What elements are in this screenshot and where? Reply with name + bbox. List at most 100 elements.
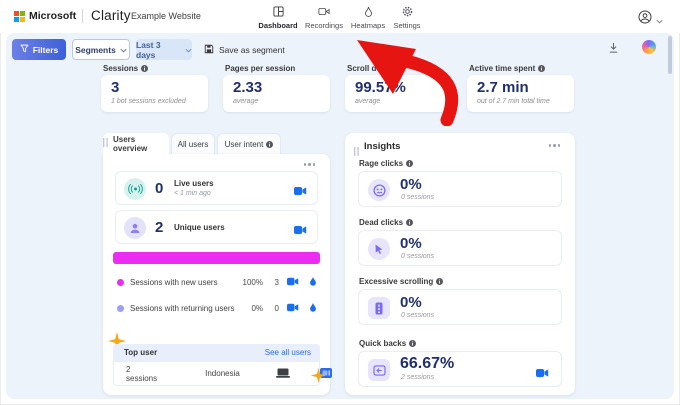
metric-label-sessions: Sessions [103, 64, 148, 73]
sparkle-icon [311, 368, 326, 388]
new-users-dot-icon [117, 279, 124, 286]
info-icon[interactable] [409, 340, 416, 347]
video-camera-icon[interactable] [287, 273, 299, 291]
drag-handle-icon[interactable] [103, 138, 108, 149]
device-monitor-icon [276, 365, 290, 383]
top-user-location: Indonesia [205, 369, 240, 378]
dead-clicks-icon [368, 238, 390, 260]
more-menu-icon[interactable] [546, 141, 564, 150]
sessions-returning-users-label: Sessions with returning users [130, 304, 235, 313]
filter-funnel-icon [20, 44, 29, 55]
brand-name: Microsoft [29, 10, 76, 22]
info-icon[interactable] [141, 65, 148, 72]
tab-label: All users [178, 140, 209, 149]
brand-divider [82, 9, 83, 23]
download-icon[interactable] [608, 41, 619, 59]
save-as-segment-label: Save as segment [219, 45, 285, 55]
save-icon [204, 44, 214, 56]
video-camera-icon[interactable] [294, 222, 307, 240]
sessions-new-users-percent: 100% [237, 278, 263, 287]
metric-card-active-time: 2.7 min out of 2.7 min total time [467, 75, 574, 112]
dead-clicks-label: Dead clicks [359, 218, 413, 227]
metric-card-pages-per-session: 2.33 average [223, 75, 330, 112]
video-camera-icon[interactable] [294, 183, 307, 201]
rage-clicks-note: 0 sessions [401, 194, 434, 201]
metric-note: 1 bot sessions excluded [111, 98, 186, 105]
nav-tab-label: Heatmaps [351, 21, 385, 30]
excessive-scrolling-row: 0% 0 sessions [358, 289, 562, 325]
date-range-dropdown[interactable]: Last 3 days [136, 39, 192, 60]
nav-tab-dashboard[interactable]: Dashboard [255, 6, 301, 36]
returning-users-dot-icon [117, 305, 124, 312]
rage-clicks-value: 0% [400, 176, 422, 193]
heatmap-droplet-icon[interactable] [309, 273, 317, 291]
top-user-header: Top user See all users [113, 344, 320, 361]
segments-label: Segments [75, 45, 116, 55]
filters-button[interactable]: Filters [12, 39, 66, 60]
more-menu-icon[interactable] [301, 160, 319, 169]
metric-note: average [355, 98, 380, 105]
unique-users-row: 2 Unique users [115, 210, 318, 244]
metric-value: 3 [111, 79, 119, 96]
tab-users-overview[interactable]: Users overview [103, 133, 169, 154]
heatmaps-icon [364, 6, 373, 19]
metric-note: average [233, 98, 258, 105]
top-user-title: Top user [124, 348, 157, 357]
video-camera-icon[interactable] [536, 365, 549, 383]
insights-panel: Insights Rage clicks 0% 0 sessions Dead … [345, 133, 575, 395]
account-menu[interactable] [638, 10, 663, 29]
metric-note: out of 2.7 min total time [477, 98, 550, 105]
heatmap-droplet-icon[interactable] [309, 299, 317, 317]
live-users-icon [124, 178, 146, 200]
rage-clicks-label: Rage clicks [359, 159, 413, 168]
info-icon[interactable] [266, 141, 273, 148]
account-icon [638, 10, 652, 29]
sessions-returning-users-row: Sessions with returning users 0% 0 [117, 299, 317, 317]
nav-tab-label: Recordings [305, 21, 343, 30]
info-icon[interactable] [538, 65, 545, 72]
live-users-value: 0 [155, 180, 163, 197]
tab-user-intent[interactable]: User intent [217, 133, 281, 154]
clarity-dashboard-window: Microsoft Clarity Example Website Dashbo… [0, 0, 680, 405]
tab-label: Users overview [113, 135, 169, 153]
sessions-new-users-row: Sessions with new users 100% 3 [117, 273, 317, 291]
tab-label: User intent [225, 140, 264, 149]
tab-all-users[interactable]: All users [171, 133, 215, 154]
quick-backs-note: 2 sessions [401, 374, 434, 381]
nav-tab-label: Dashboard [258, 21, 297, 30]
unique-users-value: 2 [155, 219, 163, 236]
sessions-returning-users-percent: 0% [237, 304, 263, 313]
dead-clicks-value: 0% [400, 235, 422, 252]
rage-clicks-row: 0% 0 sessions [358, 171, 562, 207]
project-name[interactable]: Example Website [131, 11, 201, 21]
video-camera-icon[interactable] [287, 299, 299, 317]
copilot-icon[interactable] [642, 40, 656, 54]
microsoft-logo-icon [14, 11, 25, 22]
top-navbar: Microsoft Clarity Example Website Dashbo… [0, 0, 680, 33]
nav-tab-settings[interactable]: Settings [384, 6, 430, 30]
segments-dropdown[interactable]: Segments [72, 39, 130, 60]
scrollbar-thumb[interactable] [668, 36, 672, 74]
top-user-sessions: 2 sessions [126, 365, 157, 383]
live-users-row: 0 Live users < 1 min ago [115, 171, 318, 205]
nav-tab-recordings[interactable]: Recordings [301, 6, 347, 30]
excessive-scrolling-label: Excessive scrolling [359, 277, 443, 286]
date-range-label: Last 3 days [136, 40, 181, 60]
info-icon[interactable] [406, 219, 413, 226]
quick-backs-label: Quick backs [359, 339, 416, 348]
see-all-users-link[interactable]: See all users [265, 348, 311, 357]
chevron-down-icon [656, 11, 663, 29]
quick-backs-value: 66.67% [400, 355, 454, 373]
info-icon[interactable] [436, 278, 443, 285]
settings-icon [402, 6, 413, 19]
dashboard-icon [273, 6, 284, 19]
live-users-note: < 1 min ago [174, 190, 211, 197]
save-as-segment-button[interactable]: Save as segment [204, 39, 285, 60]
metric-card-scroll-depth: 99.57% average [345, 75, 452, 112]
metric-label-scroll-depth: Scroll depth [347, 64, 393, 73]
nav-tab-label: Settings [393, 21, 420, 30]
product-name: Clarity [91, 8, 131, 23]
metric-label-active-time: Active time spent [469, 64, 545, 73]
quick-backs-row: 66.67% 2 sessions [358, 351, 562, 387]
info-icon[interactable] [406, 160, 413, 167]
